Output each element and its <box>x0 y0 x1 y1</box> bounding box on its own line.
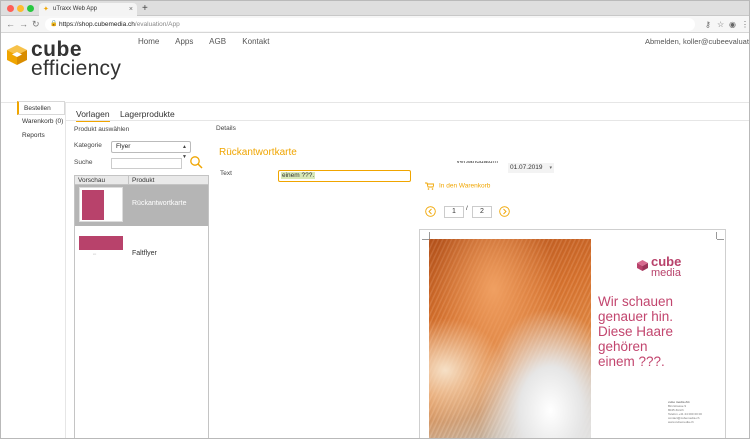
text-field-value: einem ???. <box>281 172 316 179</box>
side-divider <box>65 103 66 438</box>
cube-logo-icon <box>7 45 27 65</box>
address-bar[interactable]: 🔒 https://shop.cubemedia.ch/evaluation/A… <box>45 18 695 31</box>
address-block: cube media AG Binzstrasse 9 8045 Zürich … <box>668 400 702 424</box>
side-navigation: Bestellen Warenkorb (0) Reports <box>17 101 65 143</box>
product-select-heading: Produkt auswählen <box>74 126 130 133</box>
star-icon[interactable]: ☆ <box>717 19 724 30</box>
app-favicon-icon: ✦ <box>43 6 49 13</box>
date-field[interactable]: 01.07.2019 ▾ <box>508 163 554 173</box>
product-name: Faltflyer <box>132 250 157 257</box>
tabs-divider <box>66 120 749 121</box>
text-field[interactable]: einem ???. <box>278 170 411 182</box>
sidenav-warenkorb[interactable]: Warenkorb (0) <box>17 115 65 129</box>
product-name: Rückantwortkarte <box>132 200 187 207</box>
claim-line: Diese Haare <box>598 324 674 339</box>
nav-home[interactable]: Home <box>138 37 159 46</box>
table-row[interactable]: ▪▪▪ Faltflyer <box>75 226 208 276</box>
next-page-icon[interactable] <box>499 206 510 217</box>
browser-titlebar: ✦ uTraxx Web App × + <box>1 1 749 16</box>
claim-line: einem ???. <box>598 354 665 369</box>
new-tab-button[interactable]: + <box>142 2 148 15</box>
back-arrow-icon[interactable]: ← <box>6 18 15 30</box>
url-path: /evaluation/App <box>134 21 180 28</box>
top-navigation: Home Apps AGB Kontakt <box>138 37 283 46</box>
search-icon[interactable] <box>189 155 203 169</box>
nav-agb[interactable]: AGB <box>209 37 226 46</box>
tab-close-icon[interactable]: × <box>129 3 133 16</box>
extension-icon[interactable]: ◉ <box>729 19 736 30</box>
sidenav-bestellen[interactable]: Bestellen <box>17 101 65 115</box>
table-row[interactable]: Rückantwortkarte <box>75 185 208 226</box>
claim-line: genauer hin. <box>598 309 674 324</box>
crop-mark <box>422 239 429 240</box>
add-to-cart-label: In den Warenkorb <box>439 182 491 190</box>
product-thumbnail <box>79 187 123 222</box>
tab-lagerprodukte[interactable]: Lagerprodukte <box>120 109 175 120</box>
total-pages: 2 <box>472 206 492 218</box>
text-label: Text <box>220 170 232 177</box>
column-header-product[interactable]: Produkt <box>132 176 154 185</box>
add-to-cart-button[interactable]: In den Warenkorb <box>425 182 490 190</box>
cube-media-logo: cube media <box>651 255 681 279</box>
page-separator: / <box>466 205 468 212</box>
cube-media-logo-icon <box>637 260 648 271</box>
thumbnail-graphic <box>79 236 123 250</box>
crop-mark <box>429 232 430 239</box>
browser-tab[interactable]: ✦ uTraxx Web App × <box>39 3 137 16</box>
reload-icon[interactable]: ↻ <box>32 18 40 30</box>
date-label: Versanddatum <box>456 161 498 165</box>
date-dropdown-icon: ▾ <box>549 165 552 171</box>
close-window-button[interactable] <box>7 5 14 12</box>
product-table: Vorschau Produkt Rückantwortkarte ▪▪▪ Fa… <box>74 175 209 438</box>
claim-line: Wir schauen <box>598 294 674 309</box>
nav-kontakt[interactable]: Kontakt <box>242 37 269 46</box>
date-value: 01.07.2019 <box>510 164 543 171</box>
current-page-field[interactable]: 1 <box>444 206 464 218</box>
category-select[interactable]: Flyer ▲ ▼ <box>111 141 191 160</box>
column-separator <box>128 176 129 185</box>
fur-photo <box>429 239 591 438</box>
tab-title: uTraxx Web App <box>53 6 98 12</box>
previous-page-icon[interactable] <box>425 206 436 217</box>
claim-text: Wir schauen genauer hin. Diese Haare geh… <box>598 294 673 369</box>
header-divider <box>1 102 749 103</box>
column-header-preview[interactable]: Vorschau <box>78 176 105 185</box>
product-title: Rückantwortkarte <box>219 147 297 158</box>
maximize-window-button[interactable] <box>27 5 34 12</box>
product-table-header: Vorschau Produkt <box>75 176 208 185</box>
category-select-value: Flyer <box>116 143 131 150</box>
select-arrows-icon: ▲ ▼ <box>182 144 187 160</box>
thumbnail-graphic <box>82 190 104 220</box>
crop-mark <box>716 232 717 239</box>
browser-window: ✦ uTraxx Web App × + ← → ↻ 🔒 https://sho… <box>0 0 750 439</box>
browser-toolbar: ← → ↻ 🔒 https://shop.cubemedia.ch/evalua… <box>1 16 749 33</box>
lock-icon: 🔒 <box>50 21 58 27</box>
logo-text-efficiency: efficiency <box>31 57 122 80</box>
menu-icon[interactable]: ⋮ <box>741 19 749 30</box>
nav-apps[interactable]: Apps <box>175 37 193 46</box>
category-label: Kategorie <box>74 142 102 149</box>
claim-line: gehören <box>598 339 648 354</box>
thumbnail-lines: ▪▪▪ <box>93 252 97 256</box>
user-logout-link[interactable]: Abmelden, koller@cubeevaluation <box>645 37 749 46</box>
crop-mark <box>717 239 724 240</box>
key-icon[interactable]: ⚷ <box>705 19 711 30</box>
details-heading: Details <box>216 125 236 132</box>
sidenav-reports[interactable]: Reports <box>17 129 65 143</box>
search-input[interactable] <box>111 158 182 169</box>
url-host: https://shop.cubemedia.ch <box>59 21 135 28</box>
forward-arrow-icon[interactable]: → <box>19 18 28 30</box>
cart-icon <box>425 182 435 190</box>
address-line: www.cubemedia.ch <box>668 420 694 424</box>
document-preview: cube media Wir schauen genauer hin. Dies… <box>419 229 726 438</box>
product-thumbnail: ▪▪▪ <box>79 236 123 266</box>
minimize-window-button[interactable] <box>17 5 24 12</box>
brand-line-media: media <box>651 267 681 279</box>
search-label: Suche <box>74 159 93 166</box>
